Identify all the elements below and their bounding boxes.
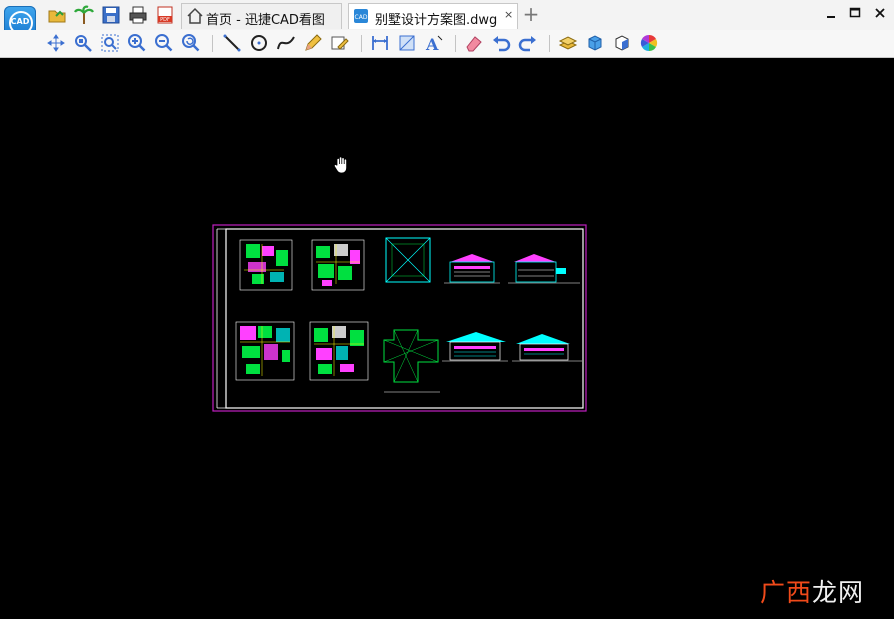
text-edit-icon[interactable]	[330, 33, 350, 53]
toolbar-separator	[212, 35, 213, 52]
elevation-4	[512, 334, 582, 362]
floor-plan-1	[239, 239, 293, 291]
elevation-1	[444, 254, 500, 284]
svg-text:CAD: CAD	[355, 14, 368, 21]
roof-plan-2	[383, 329, 440, 393]
drawing-toolbar: A	[0, 30, 894, 58]
home-icon	[187, 7, 203, 24]
floor-plan-2	[311, 239, 365, 291]
minimize-icon	[827, 16, 835, 18]
toolbar-separator	[455, 35, 456, 52]
line-icon[interactable]	[222, 33, 242, 53]
tab-home-label: 首页 - 迅捷CAD看图	[206, 13, 325, 28]
site-watermark: 广西龙网	[760, 573, 864, 609]
watermark-part-1: 广西	[760, 578, 813, 607]
zoom-window-icon[interactable]	[73, 33, 93, 53]
spline-icon[interactable]	[276, 33, 296, 53]
pdf-export-icon[interactable]: PDF	[155, 5, 175, 25]
print-icon[interactable]	[128, 5, 148, 25]
title-bar: CAD PDF 首页 - 迅捷CAD看图 CAD 别墅设计方案图.dwg × +	[0, 0, 894, 38]
save-icon[interactable]	[101, 5, 121, 25]
color-wheel-icon[interactable]	[639, 33, 659, 53]
svg-text:A: A	[425, 35, 439, 53]
close-icon	[875, 8, 885, 18]
dimension-icon[interactable]	[370, 33, 390, 53]
cad-drawing	[212, 224, 587, 412]
logo-text: CAD	[10, 17, 30, 26]
undo-icon[interactable]	[491, 33, 511, 53]
tab-drawing[interactable]: CAD 别墅设计方案图.dwg ×	[348, 3, 518, 29]
new-tab-button[interactable]: +	[522, 2, 540, 26]
floor-plan-4	[309, 321, 369, 381]
dwg-file-icon: CAD	[354, 9, 368, 23]
zoom-previous-icon[interactable]	[181, 33, 201, 53]
watermark-part-2: 龙网	[812, 578, 865, 607]
maximize-button[interactable]	[847, 5, 863, 21]
redo-icon[interactable]	[518, 33, 538, 53]
toolbar-separator	[549, 35, 550, 52]
maximize-icon	[849, 7, 861, 18]
drawing-canvas[interactable]	[0, 58, 894, 619]
hand-cursor-icon	[333, 156, 347, 174]
tab-close-button[interactable]: ×	[504, 8, 513, 21]
text-style-icon[interactable]: A	[424, 33, 444, 53]
svg-text:PDF: PDF	[160, 17, 170, 23]
view-cube-icon[interactable]	[612, 33, 632, 53]
block-3d-icon[interactable]	[585, 33, 605, 53]
open-folder-icon[interactable]	[47, 5, 67, 25]
eraser-icon[interactable]	[464, 33, 484, 53]
minimize-button[interactable]	[823, 5, 839, 21]
tab-drawing-label: 别墅设计方案图.dwg	[375, 13, 498, 28]
area-measure-icon[interactable]	[397, 33, 417, 53]
zoom-out-icon[interactable]	[154, 33, 174, 53]
zoom-extents-icon[interactable]	[100, 33, 120, 53]
pencil-icon[interactable]	[303, 33, 323, 53]
zoom-in-icon[interactable]	[127, 33, 147, 53]
close-button[interactable]	[872, 5, 888, 21]
elevation-3	[442, 332, 508, 362]
circle-icon[interactable]	[249, 33, 269, 53]
toolbar-separator	[361, 35, 362, 52]
pan-icon[interactable]	[46, 33, 66, 53]
palm-tree-icon[interactable]	[74, 5, 94, 25]
elevation-2	[508, 254, 580, 284]
floor-plan-3	[235, 321, 295, 381]
roof-plan-1	[385, 237, 431, 283]
layers-icon[interactable]	[558, 33, 578, 53]
tab-home[interactable]: 首页 - 迅捷CAD看图	[181, 3, 342, 29]
